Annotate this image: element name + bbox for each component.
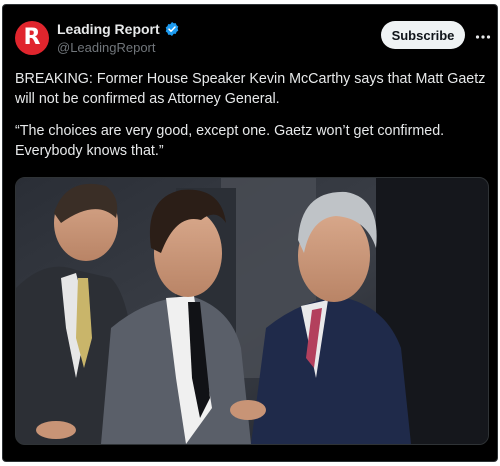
tweet-photo[interactable] xyxy=(15,177,489,445)
avatar[interactable]: R xyxy=(15,21,49,55)
tweet-paragraph-breaking: BREAKING: Former House Speaker Kevin McC… xyxy=(15,71,486,107)
subscribe-button[interactable]: Subscribe xyxy=(381,21,465,49)
verified-badge-icon xyxy=(164,21,180,37)
photo-illustration xyxy=(16,178,488,444)
more-horizontal-icon[interactable] xyxy=(475,29,491,45)
tweet-paragraph-quote: “The choices are very good, except one. … xyxy=(15,123,445,159)
tweet-card[interactable]: R Leading Report @LeadingReport Subscrib… xyxy=(2,4,498,462)
account-name[interactable]: Leading Report xyxy=(57,21,160,37)
avatar-logo-letter: R xyxy=(23,25,41,50)
tweet-text: BREAKING: Former House Speaker Kevin McC… xyxy=(15,69,490,173)
account-handle[interactable]: @LeadingReport xyxy=(57,40,155,55)
account-name-row[interactable]: Leading Report xyxy=(57,21,180,37)
